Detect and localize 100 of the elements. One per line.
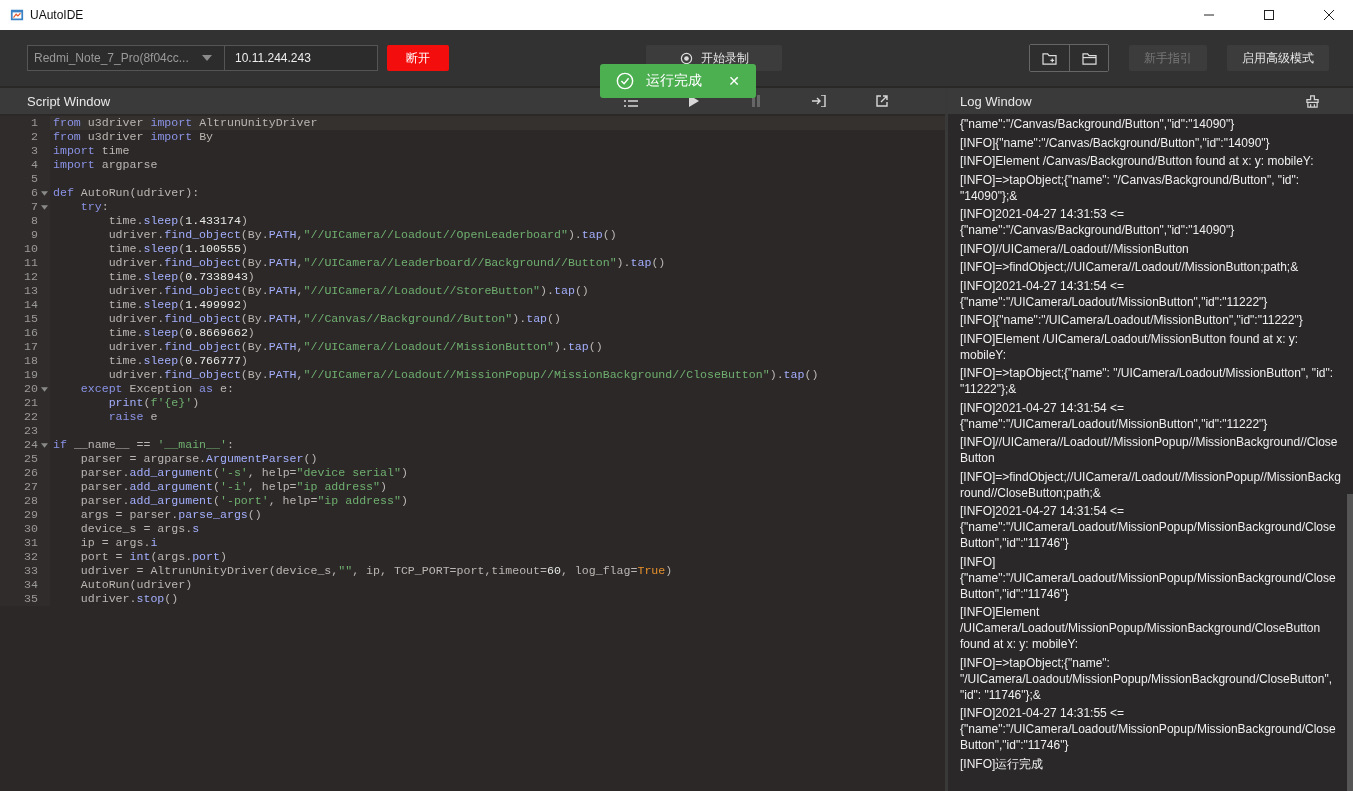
code-line: raise e [107,410,158,424]
record-icon [679,51,693,65]
code-line: parser.add_argument('-port', help="ip address") [79,494,408,508]
log-entry: [INFO]=>findObject;//UICamera//Loadout//MissionPopup//MissionBackground//CloseButton;path;& [960,468,1341,501]
panel-title: Script Window [27,93,111,109]
new-folder-button[interactable] [1030,45,1069,71]
code-line: udriver.find_object(By.PATH,"//UICamera//Loadout//StoreButton").tap() [107,284,589,298]
fold-icon[interactable] [40,204,48,210]
log-entry: [INFO]=>tapObject;{"name": "/UICamera/Loadout/MissionPopup/MissionBackground/CloseButton", "id": "11746"};& [960,654,1334,703]
advanced-mode-button[interactable]: 启用高级模式 [1227,45,1329,71]
log-entry: {"name":"/Canvas/Background/Button","id":"14090"} [960,116,1236,132]
code-line: udriver.find_object(By.PATH,"//UICamera//Loadout//MissionPopup//MissionBackground//CloseButton").tap() [107,368,819,382]
scrollbar[interactable] [1347,494,1353,791]
line-number: 9 [31,228,38,242]
code-line: import argparse [52,158,158,172]
log-entry: [INFO]//UICamera//Loadout//MissionButton [960,240,1190,257]
fold-icon[interactable] [40,442,48,448]
caret-icon [202,55,212,61]
maximize-icon[interactable] [1263,9,1275,21]
log-entry: [INFO]2021-04-27 14:31:54 <= {"name":"/UICamera/Loadout/MissionButton","id":"11222"} [960,399,1269,432]
line-number: 17 [24,340,38,354]
disconnect-button[interactable]: 断开 [387,45,449,71]
log-entry: [INFO]Element /UICamera/Loadout/MissionButton found at x: y: mobileY: [960,330,1300,363]
code-line: AutoRun(udriver) [79,578,193,592]
code-line: udriver.find_object(By.PATH,"//Canvas//Background//Button").tap() [107,312,561,326]
log-entry: [INFO]=>tapObject;{"name": "/UICamera/Loadout/MissionButton", "id": "11222"};& [960,365,1335,397]
ip-field[interactable]: 10.11.244.243 [224,45,378,71]
app-icon [10,8,24,22]
code-line: udriver.stop() [79,592,179,606]
code-line: import time [52,144,130,158]
play-icon[interactable] [688,95,700,107]
line-number: 3 [31,144,38,158]
close-icon[interactable] [1323,9,1335,21]
code-line: time.sleep(1.100555) [107,242,248,256]
code-line: udriver.find_object(By.PATH,"//UICamera//Loadout//MissionButton").tap() [107,340,603,354]
log-entry: [INFO]运行完成 [960,755,1045,772]
fold-icon[interactable] [40,386,48,392]
code-line: ip = args.i [79,536,158,550]
line-number: 35 [24,592,38,606]
code-line: parser = argparse.ArgumentParser() [79,452,318,466]
line-number: 5 [31,172,38,186]
folder-icon [1081,51,1097,65]
toast-message: 运行完成 [646,72,703,90]
line-number: 16 [24,326,38,340]
line-number: 18 [24,354,38,368]
window-title: UAutoIDE [30,8,84,22]
log-entry: [INFO] {"name":"/UICamera/Loadout/MissionPopup/MissionBackground/CloseButton","id":"11746"} [960,553,1337,602]
open-folder-button[interactable] [1069,45,1108,71]
line-number: 20 [24,382,38,396]
line-number: 4 [31,158,38,172]
log-entry: [INFO]2021-04-27 14:31:55 <= {"name":"/UICamera/Loadout/MissionPopup/MissionBackground/CloseButton","id":"11746"} [960,705,1337,753]
code-line: print(f'{e}') [107,396,200,410]
code-line: udriver.find_object(By.PATH,"//UICamera//Leaderboard//Background//Button").tap() [107,256,666,270]
line-number: 1 [31,116,38,130]
code-line: from u3driver import By [52,130,214,144]
line-number: 14 [24,298,38,312]
log-entry: [INFO]=>findObject;//UICamera//Loadout//MissionButton;path;& [960,259,1300,275]
code-line: device_s = args.s [79,522,200,536]
log-entry: [INFO]=>tapObject;{"name": "/Canvas/Background/Button", "id": "14090"};& [960,171,1301,204]
log-entry: [INFO]//UICamera//Loadout//MissionPopup//MissionBackground//CloseButton [960,434,1339,466]
log-entry: [INFO]2021-04-27 14:31:54 <= {"name":"/UICamera/Loadout/MissionButton","id":"11222"} [960,277,1269,310]
code-line: from u3driver import AltrunUnityDriver [52,116,318,130]
log-entry: [INFO]Element /Canvas/Background/Button found at x: y: mobileY: [960,153,1315,169]
export-icon[interactable] [812,95,826,107]
code-line: except Exception as e: [79,382,234,396]
code-line: udriver.find_object(By.PATH,"//UICamera//Loadout//OpenLeaderboard").tap() [107,228,617,242]
code-line: time.sleep(0.8669662) [107,326,255,340]
line-number: 25 [24,452,38,466]
line-number: 21 [24,396,38,410]
fold-icon[interactable] [40,190,48,196]
code-line: args = parser.parse_args() [79,508,262,522]
log-entry: [INFO]{"name":"/Canvas/Background/Button","id":"14090"} [960,134,1271,151]
line-number: 23 [24,424,38,438]
line-number: 7 [31,200,38,214]
line-number: 22 [24,410,38,424]
device-dropdown[interactable]: Redmi_Note_7_Pro(8f04cc... [27,45,224,71]
line-number: 8 [31,214,38,228]
line-number: 30 [24,522,38,536]
code-line: port = int(args.port) [79,550,227,564]
new-folder-icon [1042,51,1057,65]
line-number: 24 [24,438,38,452]
check-icon [616,72,634,90]
line-number: 2 [31,130,38,144]
code-line: if __name__ == '__main__': [52,438,234,452]
line-number: 10 [24,242,38,256]
line-number: 28 [24,494,38,508]
line-number: 12 [24,270,38,284]
line-number: 15 [24,312,38,326]
code-line: udriver = AltrunUnityDriver(device_s,"", ip, TCP_PORT=port,timeout=60, log_flag=True) [79,564,673,578]
line-number: 32 [24,550,38,564]
code-line: parser.add_argument('-s', help="device serial") [79,466,408,480]
close-button[interactable]: ✕ [728,73,740,89]
external-link-icon[interactable] [876,95,888,107]
line-number: 33 [24,564,38,578]
line-number: 26 [24,466,38,480]
code-line: time.sleep(1.499992) [107,298,248,312]
clear-log-icon[interactable] [1306,94,1319,108]
log-entry: [INFO]2021-04-27 14:31:53 <= {"name":"/Canvas/Background/Button","id":"14090"} [960,206,1236,238]
line-number: 6 [31,186,38,200]
line-number: 31 [24,536,38,550]
